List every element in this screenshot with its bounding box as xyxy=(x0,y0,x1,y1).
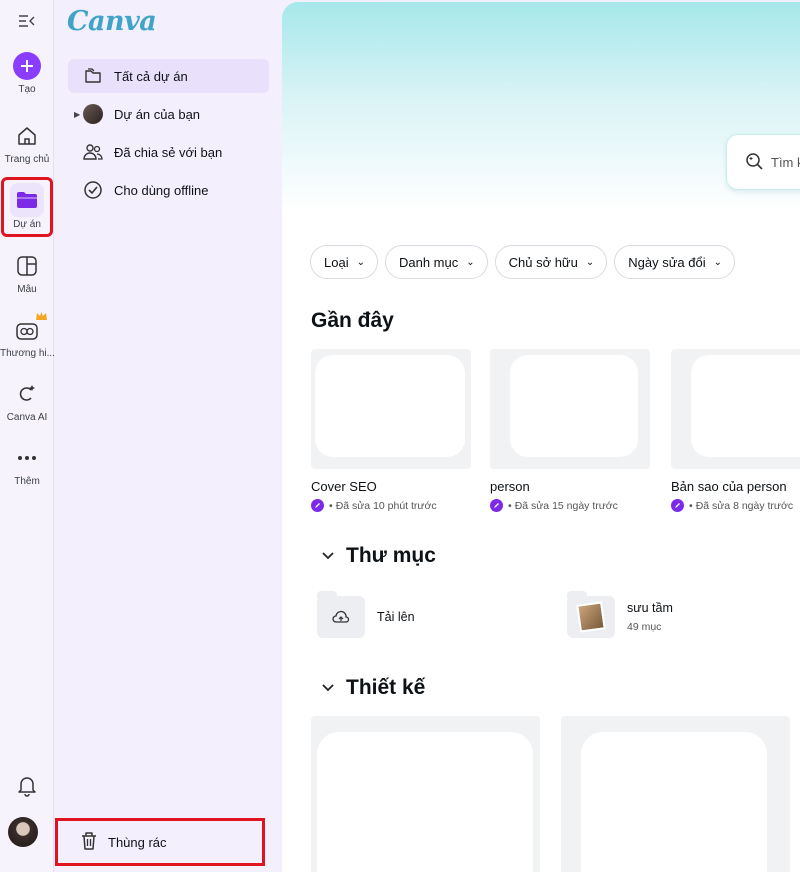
rail-canva-ai[interactable]: Canva AI xyxy=(0,380,54,423)
projects-highlight xyxy=(1,177,53,237)
design-card-thumb[interactable] xyxy=(311,716,540,872)
trash-label: Thùng rác xyxy=(108,834,167,850)
recent-card-title[interactable]: Cover SEO xyxy=(311,479,377,494)
folders-icon xyxy=(82,65,104,87)
folder-thumb xyxy=(567,591,615,638)
recent-card-thumb[interactable] xyxy=(671,349,800,469)
cloud-upload-icon xyxy=(332,610,350,623)
recent-card-thumb[interactable] xyxy=(311,349,471,469)
folder-thumb xyxy=(317,591,365,638)
rail-home[interactable]: Trang chủ xyxy=(0,122,54,165)
filter-owner-label: Chủ sở hữu xyxy=(508,254,578,270)
crown-icon xyxy=(36,312,47,324)
filter-category[interactable]: Danh mục ⌄ xyxy=(384,245,488,279)
sidebar-item-offline[interactable]: Cho dùng offline xyxy=(68,173,269,207)
chevron-down-icon xyxy=(322,549,334,563)
rail-brand[interactable]: Thương hi... xyxy=(0,312,54,359)
edit-badge-icon xyxy=(490,499,503,512)
rail-templates[interactable]: Mẫu xyxy=(0,252,54,295)
sidebar-item-label: Cho dùng offline xyxy=(114,182,209,198)
filter-bar: Loại ⌄ Danh mục ⌄ Chủ sở hữu ⌄ Ngày sửa đổi… xyxy=(310,245,736,279)
trash-button[interactable]: Thùng rác xyxy=(55,818,265,866)
designs-section-toggle[interactable]: Thiết kế xyxy=(322,676,425,700)
search-input[interactable]: Tìm k xyxy=(726,134,800,190)
projects-sidebar: Canva Tất cả dự án ▶ Dự án của bạn Đã ch… xyxy=(54,0,282,872)
recent-card-meta-text: Đã sửa 8 ngày trước xyxy=(695,499,794,512)
templates-icon xyxy=(13,252,41,280)
trash-icon xyxy=(80,831,98,854)
collapse-icon xyxy=(19,15,35,27)
chevron-down-icon: ⌄ xyxy=(585,256,595,268)
sidebar-item-shared[interactable]: Đã chia sẻ với bạn xyxy=(68,135,269,169)
collapse-sidebar-button[interactable] xyxy=(14,10,40,32)
chevron-down-icon: ⌄ xyxy=(713,256,723,268)
sidebar-item-label: Tất cả dự án xyxy=(114,68,188,84)
edit-badge-icon xyxy=(671,499,684,512)
recent-card-title[interactable]: Bản sao của person xyxy=(671,479,787,494)
folders-section-toggle[interactable]: Thư mục xyxy=(322,544,436,568)
main-content: Tìm k Loại ⌄ Danh mục ⌄ Chủ sở hữu ⌄ Ngày s… xyxy=(282,2,800,872)
chevron-down-icon: ⌄ xyxy=(466,256,475,268)
check-circle-icon xyxy=(82,179,104,201)
recent-card-meta: • Đã sửa 10 phút trước xyxy=(311,499,437,512)
brand-icon xyxy=(13,312,47,344)
rail-create-label: Tạo xyxy=(18,84,36,95)
folder-name: Tải lên xyxy=(377,610,415,624)
people-icon xyxy=(82,141,104,163)
recent-card-meta-text: Đã sửa 15 ngày trước xyxy=(514,499,618,512)
rail-canva-ai-label: Canva AI xyxy=(6,412,48,423)
designs-heading: Thiết kế xyxy=(346,676,426,699)
folder-name: sưu tầm xyxy=(627,601,673,615)
design-card-thumb[interactable] xyxy=(561,716,790,872)
more-icon xyxy=(13,444,41,472)
folder-count: 49 mục xyxy=(627,621,662,633)
canva-ai-icon xyxy=(13,380,41,408)
filter-modified-date[interactable]: Ngày sửa đổi ⌄ xyxy=(614,245,736,279)
filter-type[interactable]: Loại ⌄ xyxy=(310,245,378,279)
chevron-right-icon[interactable]: ▶ xyxy=(74,110,80,119)
plus-icon xyxy=(13,52,41,80)
recent-card-meta-text: Đã sửa 10 phút trước xyxy=(335,499,437,512)
recent-card-title[interactable]: person xyxy=(490,479,530,494)
search-placeholder: Tìm k xyxy=(771,154,800,170)
filter-category-label: Danh mục xyxy=(398,254,459,270)
recent-card-meta: • Đã sửa 8 ngày trước xyxy=(671,499,793,512)
recent-card-meta: • Đã sửa 15 ngày trước xyxy=(490,499,618,512)
recent-card-thumb[interactable] xyxy=(490,349,650,469)
home-icon xyxy=(13,122,41,150)
hero-banner xyxy=(282,2,800,212)
sidebar-item-all-projects[interactable]: Tất cả dự án xyxy=(68,59,269,93)
folder-upload[interactable]: Tải lên xyxy=(317,591,415,638)
folders-heading: Thư mục xyxy=(346,544,436,567)
recent-heading: Gần đây xyxy=(311,309,394,332)
chevron-down-icon: ⌄ xyxy=(356,256,365,268)
folder-collection[interactable]: sưu tầm 49 mục xyxy=(567,591,673,638)
avatar-icon xyxy=(82,103,104,125)
rail-home-label: Trang chủ xyxy=(4,154,50,165)
chevron-down-icon xyxy=(322,681,334,695)
user-avatar[interactable] xyxy=(8,817,38,847)
sidebar-item-your-projects[interactable]: ▶ Dự án của bạn xyxy=(68,97,269,131)
search-icon xyxy=(745,152,763,173)
bell-icon xyxy=(18,777,36,797)
left-rail: Tạo Trang chủ Dự án Mẫu Thương hi... Can… xyxy=(0,0,54,872)
rail-more-label: Thêm xyxy=(14,476,40,487)
rail-brand-label: Thương hi... xyxy=(0,348,54,359)
filter-owner[interactable]: Chủ sở hữu ⌄ xyxy=(494,245,608,279)
sidebar-item-label: Đã chia sẻ với bạn xyxy=(114,144,223,160)
sidebar-item-label: Dự án của bạn xyxy=(114,106,201,122)
folder-preview-image xyxy=(576,601,606,633)
rail-create[interactable]: Tạo xyxy=(0,52,54,95)
filter-modified-label: Ngày sửa đổi xyxy=(628,254,706,270)
filter-type-label: Loại xyxy=(324,254,349,270)
canva-logo[interactable]: Canva xyxy=(67,6,157,37)
rail-more[interactable]: Thêm xyxy=(0,444,54,487)
edit-badge-icon xyxy=(311,499,324,512)
notifications-button[interactable] xyxy=(12,772,42,800)
rail-templates-label: Mẫu xyxy=(17,284,37,295)
